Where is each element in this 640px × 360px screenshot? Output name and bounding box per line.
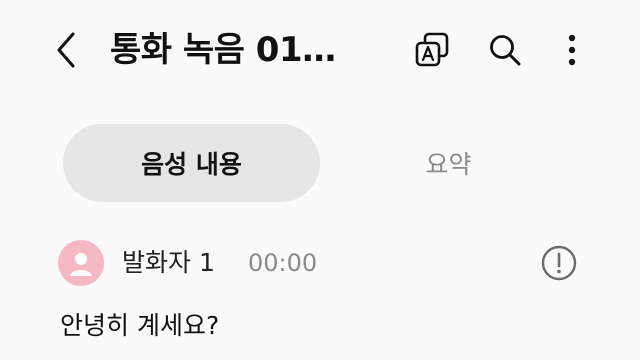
search-button[interactable]: [481, 26, 529, 74]
tab-summary[interactable]: 요약: [320, 124, 577, 202]
person-icon: [70, 253, 92, 276]
back-button[interactable]: [46, 26, 86, 74]
exclamation-circle-icon: [541, 245, 577, 281]
tab-bar: 음성 내용 요약: [63, 124, 577, 202]
search-icon: [490, 35, 521, 66]
transcript-text: 안녕히 계세요?: [60, 311, 220, 340]
translate-icon: [415, 32, 449, 67]
more-options-button[interactable]: [548, 26, 596, 74]
avatar: [58, 240, 104, 286]
more-vertical-icon: [568, 34, 576, 66]
tab-transcript[interactable]: 음성 내용: [63, 124, 320, 202]
page-title: 통화 녹음 01…: [110, 30, 336, 70]
back-chevron-icon: [57, 32, 75, 68]
timestamp[interactable]: 00:00: [248, 244, 317, 282]
translate-button[interactable]: [408, 26, 456, 74]
report-button[interactable]: [536, 240, 582, 286]
speaker-name[interactable]: 발화자 1: [122, 244, 215, 282]
header: 통화 녹음 01…: [0, 0, 640, 100]
transcript-speaker-row: 발화자 1 00:00: [58, 238, 598, 288]
call-recording-screen: 통화 녹음 01… 음성 내용 요약 발화자 1 00:00 안녕히 계세요?: [0, 0, 640, 360]
